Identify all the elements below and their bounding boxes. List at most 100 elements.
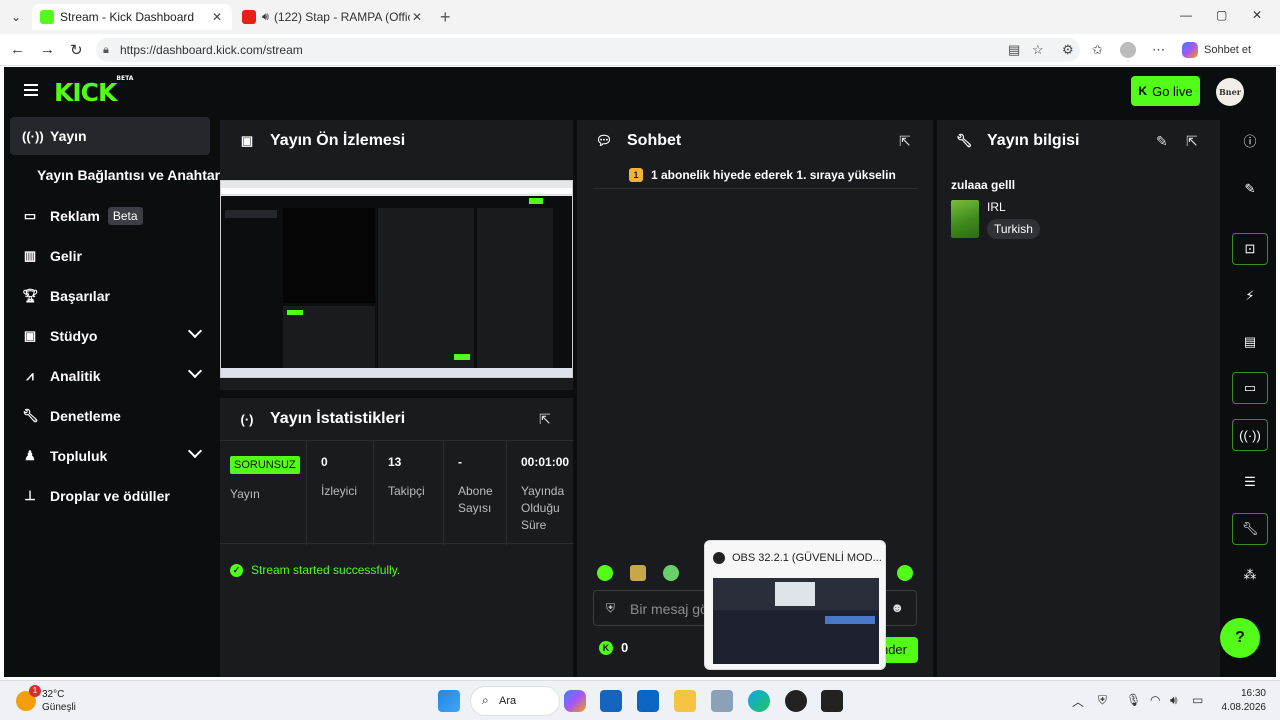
kick-logo[interactable]: KICKBETA	[54, 74, 134, 107]
security-icon[interactable]: ⛨	[1098, 693, 1107, 708]
clock-date: 4.08.2026	[1221, 702, 1267, 713]
sidebar-item-stream[interactable]: ((·)) Yayın	[10, 117, 210, 155]
notification-badge: 1	[29, 685, 41, 697]
popout-icon[interactable]: ⇱	[1186, 133, 1198, 150]
back-icon[interactable]: ←	[10, 41, 25, 58]
sidebar-item-moderation[interactable]: 🔧︎ Denetleme	[10, 397, 210, 435]
sidebar-item-studio[interactable]: ▣ Stüdyo	[10, 317, 210, 355]
layout-icon[interactable]: ☰	[1232, 466, 1268, 498]
clock-time: 16:30	[1240, 688, 1266, 699]
outlook-icon[interactable]	[637, 690, 659, 712]
chat-bubble-icon: 💬︎	[595, 133, 613, 148]
sidebar-item-analytics[interactable]: ⩘ Analitik	[10, 357, 210, 395]
address-toolbar: ← → ↻ 🔒︎ https://dashboard.kick.com/stre…	[0, 34, 1280, 66]
copilot-button[interactable]: Sohbet et	[1182, 42, 1251, 58]
sidebar-item-achievements[interactable]: 🏆︎ Başarılar	[10, 277, 210, 315]
popout-icon[interactable]: ⇱	[539, 411, 551, 428]
obs-window-preview[interactable]: OBS 32.2.1 (GÜVENLİ MOD...	[704, 540, 886, 670]
kicks-count: 0	[621, 640, 629, 655]
emote-icon[interactable]	[630, 565, 646, 581]
microphone-icon[interactable]: 🎙︎	[1126, 693, 1141, 707]
notes-icon[interactable]: ▤	[1232, 326, 1268, 358]
lightning-icon[interactable]: ⚡︎	[1232, 280, 1268, 312]
system-clock[interactable]: 16:30 4.08.2026	[1218, 687, 1267, 715]
weather-widget[interactable]: 1 32°C Güneşli	[16, 685, 76, 714]
reader-mode-icon[interactable]: ▤	[1008, 42, 1020, 58]
info-icon[interactable]: ⓘ	[1232, 124, 1268, 156]
language-tag[interactable]: Turkish	[987, 219, 1040, 239]
sidebar-item-drops[interactable]: ⊥ Droplar ve ödüller	[10, 477, 210, 515]
chat-bubble-icon[interactable]: ▭	[1232, 372, 1268, 404]
category-name[interactable]: IRL	[987, 200, 1006, 214]
stream-preview-video[interactable]	[220, 180, 573, 378]
broadcast-icon[interactable]: ((·))	[1232, 419, 1268, 451]
obs-thumbnail	[713, 578, 879, 664]
profile-icon[interactable]	[1120, 42, 1136, 58]
menu-icon[interactable]	[24, 84, 38, 96]
reload-icon[interactable]: ↻	[70, 41, 83, 59]
emote-icon[interactable]	[897, 565, 913, 581]
store-icon[interactable]	[600, 690, 622, 712]
minimize-icon[interactable]: —	[1180, 8, 1192, 22]
emoji-icon[interactable]: ☻	[890, 600, 904, 615]
help-chat-button[interactable]: ?	[1220, 618, 1260, 658]
edge-icon[interactable]	[748, 690, 770, 712]
shield-icon[interactable]: ⛨	[606, 601, 615, 616]
search-label: Ara	[499, 695, 517, 707]
sidebar-item-stream-key[interactable]: Yayın Bağlantısı ve Anahtarı	[37, 167, 224, 183]
tab-actions-menu-icon[interactable]: ⌄	[6, 7, 26, 27]
sidebar-item-ads[interactable]: ▭ Reklam Beta	[10, 197, 210, 235]
stat-subscribers: - Abone Sayısı	[444, 441, 507, 545]
game-app-icon[interactable]	[711, 690, 733, 712]
site-info-icon[interactable]: 🔒︎	[103, 38, 109, 62]
stream-started-message: ✓ Stream started successfully.	[230, 563, 400, 577]
panel-title-text: Yayın İstatistikleri	[270, 410, 406, 427]
wrench-icon: 🔧︎	[955, 133, 973, 148]
sidebar-item-label: Droplar ve ödüller	[50, 488, 170, 504]
beta-badge: BETA	[116, 74, 134, 82]
close-tab-icon[interactable]: ✕	[410, 10, 424, 24]
emote-icon[interactable]	[663, 565, 679, 581]
battery-icon[interactable]: ▭	[1192, 693, 1203, 707]
maximize-icon[interactable]: ▢	[1216, 8, 1227, 22]
kicks-balance[interactable]: K 0	[599, 640, 628, 655]
wrench-icon[interactable]: 🔧︎	[1232, 513, 1268, 545]
file-explorer-icon[interactable]	[674, 690, 696, 712]
copilot-icon[interactable]	[564, 690, 586, 712]
tab-title: Stream - Kick Dashboard	[60, 10, 195, 24]
taskbar-search[interactable]: ⌕ Ara	[470, 686, 560, 716]
avatar[interactable]: Bner	[1216, 78, 1244, 106]
new-tab-icon[interactable]: +	[440, 7, 451, 27]
wifi-icon[interactable]: ◠	[1150, 693, 1160, 707]
tab-kick-dashboard[interactable]: Stream - Kick Dashboard ✕	[32, 4, 232, 30]
show-hidden-icons-icon[interactable]: ︿	[1072, 693, 1084, 710]
url-input[interactable]: 🔒︎ https://dashboard.kick.com/stream	[96, 38, 1080, 62]
start-icon[interactable]	[438, 690, 460, 712]
volume-icon[interactable]: 🔊︎	[1170, 693, 1178, 708]
sidebar-item-revenue[interactable]: ▥ Gelir	[10, 237, 210, 275]
obs-icon	[713, 552, 725, 564]
forward-icon[interactable]: →	[40, 41, 55, 58]
close-window-icon[interactable]: ✕	[1252, 8, 1262, 22]
edit-icon[interactable]: ✎	[1156, 133, 1168, 150]
close-tab-icon[interactable]: ✕	[210, 10, 224, 24]
sidebar-item-community[interactable]: ♟ Topluluk	[10, 437, 210, 475]
focus-icon[interactable]: ⊡	[1232, 233, 1268, 265]
edit-icon[interactable]: ✎	[1232, 173, 1268, 205]
more-options-icon[interactable]: ⋯	[1152, 42, 1165, 58]
apps-icon[interactable]: ⁂	[1232, 559, 1268, 591]
favorites-icon[interactable]: ✩	[1092, 42, 1103, 58]
favorite-star-icon[interactable]: ☆	[1032, 42, 1044, 58]
tab-youtube[interactable]: 🔊︎ (122) Stap - RAMPA (Official V ✕	[234, 4, 432, 30]
wrench-icon: 🔧︎	[22, 408, 39, 423]
extensions-icon[interactable]: ⚙	[1062, 42, 1074, 58]
category-thumbnail[interactable]	[951, 200, 979, 238]
popout-icon[interactable]: ⇱	[899, 133, 911, 150]
app-icon[interactable]	[821, 690, 843, 712]
obs-taskbar-icon[interactable]	[785, 690, 807, 712]
emote-icon[interactable]	[597, 565, 613, 581]
speaker-icon[interactable]: 🔊︎	[262, 11, 269, 24]
gift-sub-banner[interactable]: 1 1 abonelik hiyede ederek 1. sıraya yük…	[629, 168, 896, 182]
go-live-button[interactable]: K Go live	[1131, 76, 1200, 106]
sidebar: ((·)) Yayın Yayın Bağlantısı ve Anahtarı…	[4, 115, 224, 677]
